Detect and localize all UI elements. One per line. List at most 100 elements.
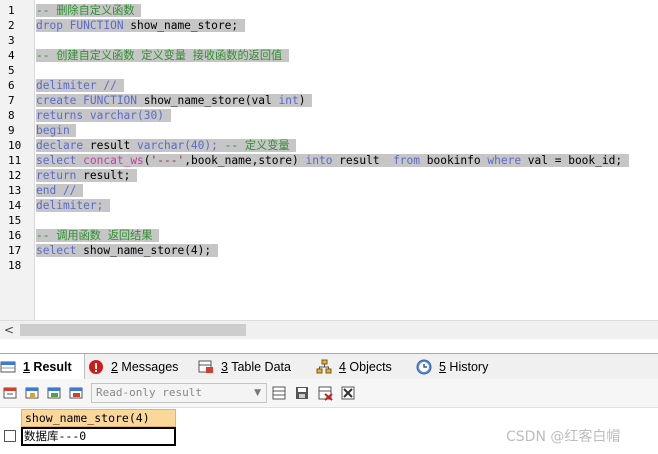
tab-messages[interactable]: 2 Messages: [88, 354, 196, 379]
table-cell[interactable]: 数据库---0: [21, 427, 176, 446]
code-line: select concat_ws('---',book_name,store) …: [36, 153, 629, 168]
scroll-left-arrow-icon[interactable]: <: [4, 323, 14, 337]
chevron-down-icon: ▼: [254, 388, 261, 398]
tab-shortcut-number: 2: [111, 359, 118, 374]
code-token: create FUNCTION: [36, 94, 138, 107]
code-line: begin: [36, 123, 77, 138]
code-token: declare: [36, 139, 84, 152]
code-line: returns varchar(30): [36, 108, 171, 123]
code-token: -- 调用函数 返回结果: [36, 229, 153, 242]
import-icon[interactable]: [68, 385, 84, 401]
code-token: ,book_name,store): [184, 154, 306, 167]
scrollbar-thumb[interactable]: [20, 324, 246, 336]
line-number-gutter: 1 2 3 4 5 6 7 8 9 10 11 12 13 14 15 16 17 18: [0, 0, 35, 320]
code-token: result;: [76, 169, 131, 182]
watermark: CSDN @红客白帽: [506, 429, 621, 445]
code-token: from: [393, 154, 421, 167]
line-number: 4: [8, 49, 15, 62]
refresh-icon[interactable]: [46, 385, 62, 401]
line-number: 1: [8, 4, 15, 17]
code-token: show_name_store(val: [137, 94, 279, 107]
tab-label-text: History: [445, 359, 489, 374]
code-line: delimiter //: [36, 78, 124, 93]
code-token: into: [305, 154, 333, 167]
code-token: result: [83, 139, 138, 152]
code-token: -- 删除自定义函数: [36, 4, 135, 17]
code-token: begin: [36, 124, 70, 137]
code-line: -- 创建自定义函数 定义变量 接收函数的返回值: [36, 48, 289, 63]
messages-error-icon: [88, 359, 104, 375]
tab-table-data[interactable]: 3 Table Data: [198, 354, 314, 379]
line-number: 11: [8, 154, 22, 167]
tab-shortcut-number: 5: [439, 359, 446, 374]
tab-history[interactable]: 5 History: [416, 354, 508, 379]
line-number: 6: [8, 79, 15, 92]
code-line: declare result varchar(40); -- 定义变量: [36, 138, 297, 153]
selection-highlight: delimiter //: [36, 79, 124, 92]
selection-highlight: declare result varchar(40); -- 定义变量: [36, 139, 297, 152]
result-grid-icon: [0, 359, 16, 375]
selection-highlight: return result;: [36, 169, 138, 182]
tab-label: 1 Result: [23, 360, 72, 374]
horizontal-scrollbar[interactable]: <: [0, 320, 658, 339]
code-token: end //: [36, 184, 77, 197]
code-token: ): [298, 94, 306, 107]
history-icon: [416, 359, 432, 375]
tab-label: 2 Messages: [111, 360, 178, 374]
tab-result[interactable]: 1 Result: [0, 354, 85, 379]
insert-row-icon[interactable]: [271, 385, 287, 401]
selection-highlight: create FUNCTION show_name_store(val int): [36, 94, 313, 107]
code-token: -- 创建自定义函数 定义变量 接收函数的返回值: [36, 49, 283, 62]
tab-label-text: Table Data: [227, 359, 291, 374]
tab-shortcut-number: 3: [221, 359, 228, 374]
code-token: concat_ws: [83, 154, 144, 167]
code-line: delimiter;: [36, 198, 111, 213]
code-token: show_name_store(4);: [76, 244, 212, 257]
save-icon[interactable]: [294, 385, 310, 401]
tab-shortcut-number: 4: [339, 359, 346, 374]
tab-label: 3 Table Data: [221, 360, 291, 374]
tab-objects[interactable]: 4 Objects: [316, 354, 414, 379]
selection-highlight: returns varchar(30): [36, 109, 171, 122]
selection-highlight: delimiter;: [36, 199, 111, 212]
line-number: 7: [8, 94, 15, 107]
table-data-icon: [198, 359, 214, 375]
line-number: 9: [8, 124, 15, 137]
selection-highlight: -- 删除自定义函数: [36, 4, 142, 17]
tab-label-text: Result: [29, 359, 72, 374]
sql-editor[interactable]: 1 2 3 4 5 6 7 8 9 10 11 12 13 14 15 16 17 18 -- 删除自定义函数 d…: [0, 0, 658, 320]
code-token: -- 定义变量: [224, 139, 290, 152]
line-number: 17: [8, 244, 22, 257]
selection-highlight: end //: [36, 184, 84, 197]
code-token: select: [36, 244, 77, 257]
selection-highlight: -- 调用函数 返回结果: [36, 229, 160, 242]
export-icon[interactable]: [2, 385, 18, 401]
line-number: 15: [8, 214, 22, 227]
code-token: int: [278, 94, 299, 107]
row-select-checkbox[interactable]: [4, 430, 16, 442]
line-number: 16: [8, 229, 22, 242]
code-line: drop FUNCTION show_name_store;: [36, 18, 245, 33]
code-line: end //: [36, 183, 84, 198]
objects-icon: [316, 359, 332, 375]
discard-icon[interactable]: [340, 385, 356, 401]
result-tabs-bar: 1 Result 2 Messages 3 Table Data 4 Objects 5…: [0, 353, 658, 380]
code-token: where: [487, 154, 522, 167]
selection-highlight: select concat_ws('---',book_name,store) …: [36, 154, 629, 167]
selection-highlight: select show_name_store(4);: [36, 244, 218, 257]
column-header[interactable]: show_name_store(4): [21, 409, 176, 427]
result-mode-select[interactable]: Read-only result ▼: [91, 383, 267, 403]
line-number: 3: [8, 34, 15, 47]
code-token: delimiter;: [36, 199, 104, 212]
code-token: varchar(40);: [137, 139, 218, 152]
code-area[interactable]: -- 删除自定义函数 drop FUNCTION show_name_store…: [36, 0, 658, 320]
selection-highlight: drop FUNCTION show_name_store;: [36, 19, 245, 32]
selection-highlight: begin: [36, 124, 77, 137]
copy-icon[interactable]: [24, 385, 40, 401]
tab-label: 4 Objects: [339, 360, 392, 374]
line-number: 12: [8, 169, 22, 182]
code-line: return result;: [36, 168, 138, 183]
code-line: create FUNCTION show_name_store(val int): [36, 93, 313, 108]
delete-row-icon[interactable]: [317, 385, 333, 401]
